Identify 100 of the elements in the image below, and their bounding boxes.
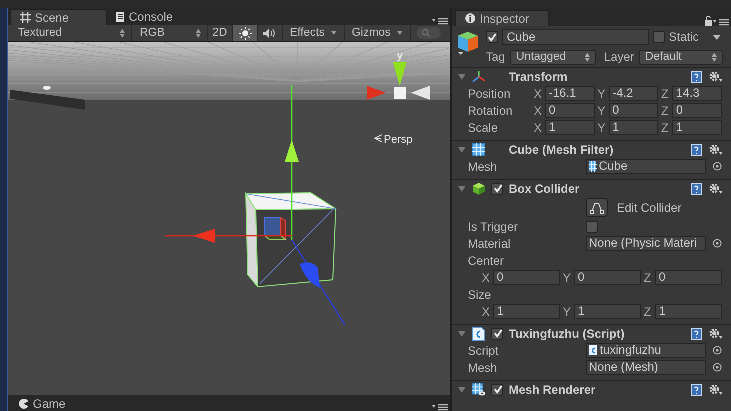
axis-label: X — [534, 120, 544, 134]
number-field[interactable]: 1 — [545, 120, 595, 135]
search-field[interactable] — [416, 27, 441, 39]
tab[interactable]: Inspector — [455, 10, 549, 26]
expanded-arrow-icon[interactable] — [458, 330, 466, 338]
checkbox[interactable] — [491, 182, 503, 194]
lighting-toggle[interactable] — [233, 25, 258, 41]
gear-icon[interactable] — [709, 182, 723, 194]
sun-icon — [238, 26, 252, 40]
mesh-grid-icon — [589, 161, 597, 172]
axis-label: Z — [661, 86, 670, 100]
axis-label: X — [534, 104, 544, 118]
axes-icon — [472, 70, 486, 84]
axis-label: Z — [661, 104, 670, 118]
expanded-arrow-icon[interactable] — [458, 72, 466, 80]
help-book-icon[interactable] — [691, 182, 702, 194]
checkmark-icon — [494, 184, 502, 193]
help-book-icon[interactable] — [691, 384, 702, 396]
number-field[interactable]: 1 — [493, 304, 560, 319]
button-label: Edit Collider — [617, 200, 682, 214]
number-field[interactable]: 14.3 — [672, 86, 722, 101]
expanded-arrow-icon[interactable] — [458, 146, 466, 154]
axis-label: y — [396, 50, 404, 62]
axis-label: Z — [644, 304, 652, 318]
axis-label: Z — [661, 120, 670, 134]
menu-button[interactable]: Gizmos — [344, 25, 411, 41]
axis-label: Y — [563, 270, 572, 284]
expanded-arrow-icon[interactable] — [458, 184, 466, 192]
gear-icon[interactable] — [709, 70, 723, 82]
number-field[interactable]: 0 — [545, 103, 595, 118]
component-title[interactable]: Transform — [509, 70, 568, 84]
checkbox[interactable] — [653, 31, 665, 43]
dropdown[interactable]: RGB — [132, 25, 208, 41]
menu-button[interactable]: Effects — [283, 25, 345, 41]
dropdown[interactable]: Textured — [8, 25, 132, 41]
number-field[interactable]: 1 — [574, 304, 641, 319]
number-field[interactable]: 0 — [672, 103, 722, 118]
checkmark-icon — [494, 385, 502, 394]
layer-dropdown[interactable]: Default — [639, 50, 724, 64]
gear-icon[interactable] — [709, 384, 723, 396]
cube-icon — [472, 182, 486, 196]
dropdown-caret-icon[interactable] — [713, 34, 722, 40]
component-title[interactable]: Tuxingfuzhu (Script) — [509, 326, 625, 340]
help-book-icon[interactable] — [691, 144, 702, 156]
number-field[interactable]: 1 — [608, 120, 658, 135]
search-icon — [422, 28, 431, 38]
object-field[interactable]: Cube — [586, 159, 706, 174]
ground-plane[interactable] — [8, 100, 450, 395]
checkbox[interactable] — [586, 220, 598, 232]
name-field[interactable]: Cube — [502, 29, 649, 45]
axis-label: X — [482, 304, 492, 318]
speaker-icon — [263, 28, 277, 38]
number-field[interactable]: 0 — [655, 270, 722, 285]
object-field[interactable]: tuxingfuzhu — [586, 343, 706, 358]
number-field[interactable]: 1 — [655, 304, 722, 319]
checkbox[interactable] — [491, 328, 503, 340]
number-field[interactable]: -4.2 — [608, 86, 658, 101]
help-book-icon[interactable] — [691, 70, 702, 82]
field-label: Mesh — [468, 360, 498, 374]
document-icon — [116, 12, 125, 22]
object-field[interactable]: None (Physic Materi — [586, 236, 706, 251]
field-label: Script — [468, 344, 500, 358]
object-field[interactable]: None (Mesh) — [586, 360, 706, 375]
tab[interactable]: Console — [107, 9, 204, 25]
orientation-gizmo-drawing[interactable] — [367, 62, 430, 100]
panel-menu-icon[interactable] — [432, 17, 448, 25]
edit-collider-button[interactable] — [586, 198, 608, 217]
axis-label: Y — [598, 104, 607, 118]
object-drawing — [43, 86, 51, 90]
axis-label: Z — [644, 270, 652, 284]
component-title[interactable]: Box Collider — [509, 182, 580, 196]
perspective-icon — [374, 134, 382, 142]
object-picker-icon[interactable] — [713, 239, 722, 248]
projection-label[interactable]: Persp — [384, 134, 413, 146]
field-label: Position — [468, 86, 512, 100]
axis-label: X — [482, 270, 492, 284]
number-field[interactable]: 0 — [493, 270, 560, 285]
expanded-arrow-icon[interactable] — [458, 386, 466, 394]
cube-icon[interactable] — [456, 30, 480, 56]
gear-icon[interactable] — [709, 328, 723, 340]
number-field[interactable]: -16.1 — [545, 86, 595, 101]
panel-menu-icon[interactable] — [432, 403, 448, 411]
component-title[interactable]: Mesh Renderer — [509, 382, 596, 396]
tag-label: Tag — [486, 50, 506, 64]
script-file-icon — [472, 326, 486, 340]
dropdown-caret-icon — [330, 31, 337, 35]
number-field[interactable]: 0 — [574, 270, 641, 285]
object-picker-icon[interactable] — [713, 162, 722, 171]
gear-icon[interactable] — [709, 144, 723, 156]
checkbox[interactable] — [486, 31, 498, 43]
number-field[interactable]: 0 — [608, 103, 658, 118]
field-label: Rotation — [468, 104, 514, 118]
checkbox[interactable] — [491, 384, 503, 396]
lock-icon[interactable] — [704, 16, 713, 26]
help-book-icon[interactable] — [691, 328, 702, 340]
tab[interactable]: Scene — [10, 9, 107, 25]
tag-dropdown[interactable]: Untagged — [510, 50, 596, 64]
component-title[interactable]: Cube (Mesh Filter) — [509, 142, 614, 156]
number-field[interactable]: 1 — [672, 120, 722, 135]
panel-menu-icon[interactable] — [713, 18, 729, 26]
